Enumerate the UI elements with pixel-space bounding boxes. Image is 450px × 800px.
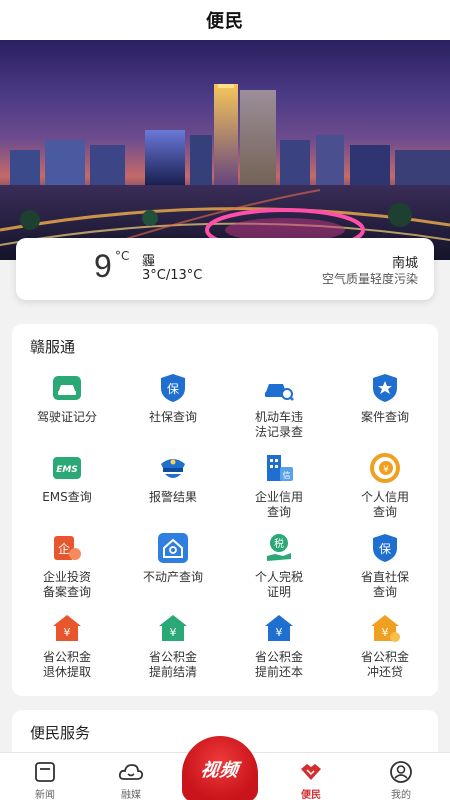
- service-item[interactable]: 企企业投资 备案查询: [14, 530, 120, 610]
- service-label: 企业投资 备案查询: [42, 570, 91, 599]
- building-credit-icon: 信: [261, 450, 297, 486]
- car-icon: [49, 370, 85, 406]
- shield-bao-icon: 保: [367, 530, 403, 566]
- service-item[interactable]: 信企业信用 查询: [226, 450, 332, 530]
- car-search-icon: [261, 370, 297, 406]
- service-item[interactable]: ¥ 个人信用 查询: [332, 450, 438, 530]
- service-label: 报警结果: [148, 490, 197, 504]
- shield-bao-icon: 保: [155, 370, 191, 406]
- house-yuan-icon: ¥: [367, 610, 403, 646]
- credit-coin-icon: ¥: [367, 450, 403, 486]
- police-badge-icon: [367, 370, 403, 406]
- svg-text:¥: ¥: [383, 465, 389, 475]
- service-label: 不动产查询: [142, 570, 203, 584]
- service-item[interactable]: 保社保查询: [120, 370, 226, 450]
- tab-label: 我的: [391, 790, 411, 800]
- service-item[interactable]: ¥ 省公积金 冲还贷: [332, 610, 438, 690]
- service-item[interactable]: 机动车违 法记录查: [226, 370, 332, 450]
- service-label: 省直社保 查询: [360, 570, 409, 599]
- svg-text:保: 保: [379, 542, 391, 556]
- svg-text:企: 企: [58, 541, 70, 556]
- house-yuan-icon: ¥: [261, 610, 297, 646]
- service-item[interactable]: 税个人完税 证明: [226, 530, 332, 610]
- page-title: 便民: [206, 11, 244, 32]
- svg-text:税: 税: [274, 537, 284, 550]
- service-label: 省公积金 提前结清: [148, 650, 197, 679]
- tab-label: 融媒: [121, 790, 141, 800]
- news-icon: [32, 759, 58, 785]
- service-item[interactable]: 案件查询: [332, 370, 438, 450]
- police-cap-icon: [155, 450, 191, 486]
- service-label: 个人完税 证明: [254, 570, 303, 599]
- top-bar: 便民: [0, 0, 450, 40]
- service-label: 案件查询: [360, 410, 409, 424]
- svg-text:¥: ¥: [170, 626, 177, 639]
- district-name: 南城: [391, 256, 418, 271]
- enterprise-icon: 企: [49, 530, 85, 566]
- svg-text:信: 信: [283, 470, 291, 480]
- temperature: 9: [94, 248, 112, 284]
- service-label: EMS查询: [42, 490, 92, 504]
- service-label: 省公积金 退休提取: [42, 650, 91, 679]
- svg-text:EMS: EMS: [56, 465, 78, 475]
- ems-icon: EMS: [49, 450, 85, 486]
- service-label: 机动车违 法记录查: [254, 410, 303, 439]
- tab-label: 便民: [301, 790, 321, 800]
- service-item[interactable]: 驾驶证记分: [14, 370, 120, 450]
- house-search-icon: [155, 530, 191, 566]
- tab-mine[interactable]: 我的: [356, 753, 446, 800]
- section-title: 便民服务: [30, 724, 91, 742]
- tab-label: 新闻: [35, 790, 55, 800]
- service-item[interactable]: 不动产查询: [120, 530, 226, 610]
- cloud-icon: [118, 759, 144, 785]
- service-label: 省公积金 冲还贷: [360, 650, 409, 679]
- service-label: 驾驶证记分: [36, 410, 97, 424]
- tax-hand-icon: 税: [261, 530, 297, 566]
- banner-image[interactable]: [0, 40, 450, 260]
- house-yuan-icon: ¥: [155, 610, 191, 646]
- ganfutong-section: 赣服通 驾驶证记分保社保查询 机动车违 法记录查 案件查询 EMS EMS查询 报警结果信…: [12, 324, 438, 696]
- service-item[interactable]: ¥ 省公积金 提前还本: [226, 610, 332, 690]
- svg-text:¥: ¥: [64, 626, 71, 639]
- service-label: 省公积金 提前还本: [254, 650, 303, 679]
- tab-media[interactable]: 融媒: [86, 753, 176, 800]
- service-item[interactable]: EMS EMS查询: [14, 450, 120, 530]
- svg-text:保: 保: [167, 382, 179, 396]
- section-title: 赣服通: [30, 338, 76, 356]
- weather-card[interactable]: 9 °C 霾 3°C/13°C 南城 空气质量轻度污染: [16, 238, 434, 300]
- service-label: 社保查询: [148, 410, 197, 424]
- tab-convenience[interactable]: 便民: [266, 753, 356, 800]
- house-yuan-icon: ¥: [49, 610, 85, 646]
- handshake-icon: [298, 759, 324, 785]
- service-item[interactable]: 保省直社保 查询: [332, 530, 438, 610]
- service-item[interactable]: ¥ 省公积金 退休提取: [14, 610, 120, 690]
- tab-news[interactable]: 新闻: [0, 753, 90, 800]
- air-quality: 空气质量轻度污染: [321, 272, 418, 286]
- service-label: 企业信用 查询: [254, 490, 303, 519]
- temperature-unit: °C: [115, 249, 130, 263]
- service-label: 个人信用 查询: [360, 490, 409, 519]
- service-item[interactable]: ¥ 省公积金 提前结清: [120, 610, 226, 690]
- video-label: 视频: [199, 760, 241, 781]
- weather-condition: 霾: [142, 254, 156, 269]
- city-night-illustration: [0, 84, 450, 260]
- user-icon: [388, 759, 414, 785]
- service-item[interactable]: 报警结果: [120, 450, 226, 530]
- svg-text:¥: ¥: [382, 626, 389, 639]
- temperature-range: 3°C/13°C: [142, 268, 203, 283]
- svg-text:¥: ¥: [276, 626, 283, 639]
